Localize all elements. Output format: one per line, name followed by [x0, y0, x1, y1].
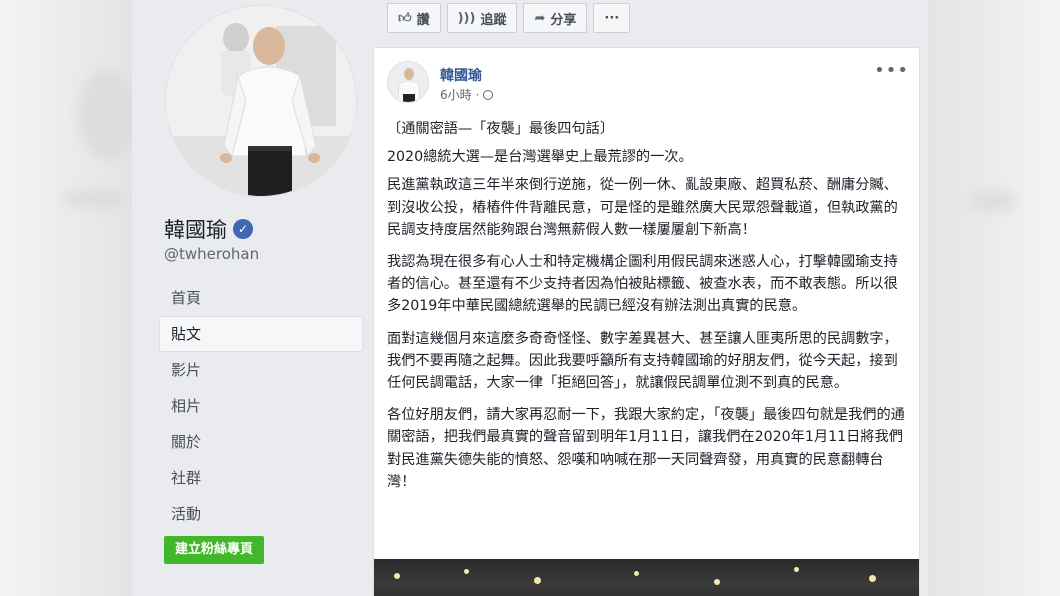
meta-separator: ·: [475, 87, 480, 102]
page-name-row: 韓國瑜 ✓: [164, 214, 253, 244]
page-nav: 首頁 貼文 影片 相片 關於 社群 活動: [159, 280, 363, 532]
nav-item-home[interactable]: 首頁: [159, 280, 363, 316]
share-button[interactable]: ➦ 分享: [523, 3, 588, 33]
profile-photo-illustration: [166, 6, 356, 196]
post-author-name[interactable]: 韓國瑜: [440, 65, 482, 85]
page-name[interactable]: 韓國瑜: [164, 214, 227, 244]
nav-item-community[interactable]: 社群: [159, 460, 363, 496]
like-label: 讚: [416, 12, 430, 28]
more-horizontal-icon: ···: [604, 10, 620, 26]
post-paragraph: 各位好朋友們，請大家再忍耐一下，我跟大家約定，「夜襲」最後四句就是我們的通關密語…: [387, 407, 905, 490]
thumbs-up-icon: 👍︎: [398, 10, 412, 26]
photo-light: [464, 569, 469, 574]
nav-item-posts[interactable]: 貼文: [159, 316, 363, 352]
post-card: 韓國瑜 6小時 · ••• 〔通關密語—「夜襲」最後四句話〕 2020總統大選—…: [373, 47, 920, 596]
post-meta: 6小時 ·: [440, 86, 494, 103]
photo-light: [634, 571, 639, 576]
post-timestamp[interactable]: 6小時: [440, 86, 472, 103]
blurred-shape: [78, 70, 138, 160]
like-button[interactable]: 👍︎ 讚: [387, 3, 441, 33]
more-actions-button[interactable]: ···: [593, 3, 631, 33]
nav-item-videos[interactable]: 影片: [159, 352, 363, 388]
page-username[interactable]: @twherohan: [164, 245, 259, 263]
follow-label: 追蹤: [480, 12, 507, 28]
post-paragraph: 我認為現在很多有心人士和特定機構企圖利用假民調來迷惑人心，打擊韓國瑜支持者的信心…: [387, 254, 898, 315]
follow-button[interactable]: ))) 追蹤: [446, 3, 518, 33]
blurred-right-background: [928, 0, 1060, 596]
post-paragraph: 民進黨執政這三年半來倒行逆施，從一例一休、亂設東廠、超買私菸、酬庸分贓、到沒收公…: [387, 177, 898, 238]
photo-light: [394, 573, 400, 579]
rss-follow-icon: ))): [457, 10, 476, 26]
blurred-shape: [60, 190, 130, 208]
photo-light: [869, 575, 876, 582]
nav-item-about[interactable]: 關於: [159, 424, 363, 460]
photo-light: [534, 577, 541, 584]
blurred-shape: [968, 190, 1018, 212]
photo-light: [794, 567, 799, 572]
profile-photo[interactable]: [166, 6, 356, 196]
post-photo[interactable]: [374, 559, 919, 596]
post-author-avatar[interactable]: [388, 62, 428, 102]
post-paragraph: 2020總統大選—是台灣選舉史上最荒謬的一次。: [387, 149, 693, 166]
post-options-button[interactable]: •••: [874, 60, 909, 81]
photo-light: [714, 579, 720, 585]
nav-item-events[interactable]: 活動: [159, 496, 363, 532]
post-text: 〔通關密語—「夜襲」最後四句話〕 2020總統大選—是台灣選舉史上最荒謬的一次。…: [387, 118, 909, 503]
facebook-page: 韓國瑜 ✓ @twherohan 首頁 貼文 影片 相片 關於 社群 活動 建立…: [132, 0, 928, 596]
verified-badge-icon: ✓: [233, 219, 253, 239]
globe-icon: [483, 89, 494, 100]
post-paragraph: 面對這幾個月來這麼多奇奇怪怪、數字差異甚大、甚至讓人匪夷所思的民調數字，我們不要…: [387, 330, 898, 392]
post-paragraph: 〔通關密語—「夜襲」最後四句話〕: [387, 121, 615, 137]
avatar-illustration: [388, 62, 428, 102]
create-page-button[interactable]: 建立粉絲專頁: [164, 536, 265, 564]
share-label: 分享: [550, 12, 577, 28]
share-arrow-icon: ➦: [534, 10, 546, 26]
page-action-bar: 👍︎ 讚 ))) 追蹤 ➦ 分享 ···: [387, 3, 631, 33]
blurred-left-background: [0, 0, 138, 596]
nav-item-photos[interactable]: 相片: [159, 388, 363, 424]
